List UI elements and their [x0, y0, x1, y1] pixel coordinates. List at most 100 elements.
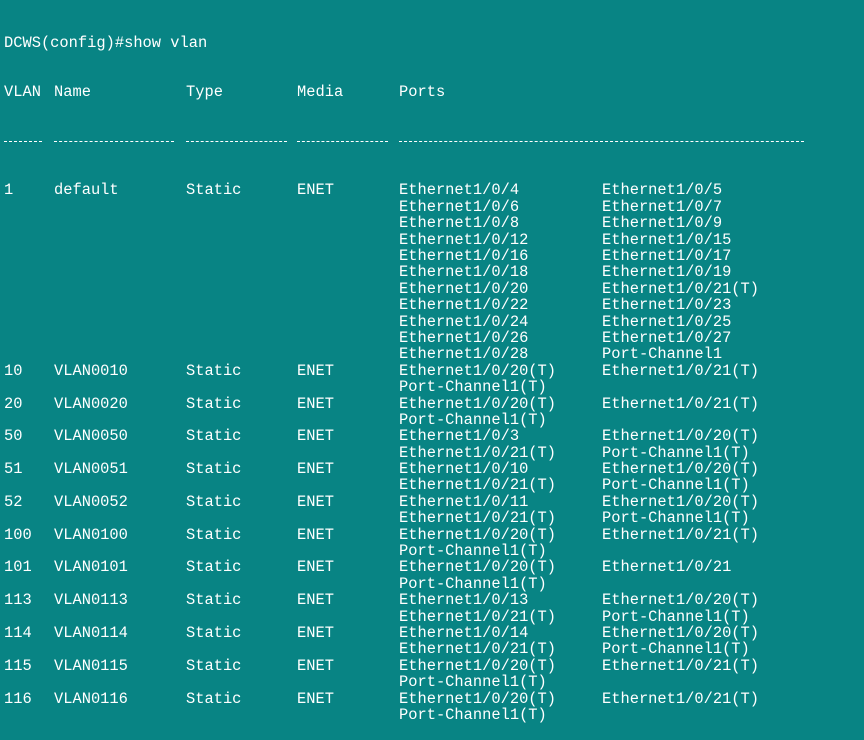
port-cell: Port-Channel1(T)	[602, 443, 750, 462]
vlan-type-cell: Static	[186, 460, 242, 479]
vlan-table-body: 1 default Static ENET Ethernet1/0/4 Ethernet1…	[4, 182, 864, 723]
port-cell: Ethernet1/0/3	[399, 427, 520, 446]
vlan-type-cell: Static	[186, 689, 242, 708]
vlan-type-cell: Static	[186, 361, 242, 380]
port-cell: Ethernet1/0/23	[602, 296, 732, 315]
port-cell: Port-Channel1(T)	[602, 640, 750, 659]
separator-name	[54, 141, 174, 143]
table-row-continuation: Port-Channel1(T)	[4, 673, 864, 692]
table-row-continuation: Port-Channel1(T)	[4, 378, 864, 397]
table-row-continuation: Ethernet1/0/12 Ethernet1/0/15	[4, 231, 864, 248]
table-header: VLAN Name Type Media Ports	[4, 83, 864, 102]
table-row: 100 VLAN0100 Static ENET Ethernet1/0/20(T) Et…	[4, 525, 864, 544]
table-row: 101 VLAN0101 Static ENET Ethernet1/0/20(T) Et…	[4, 558, 864, 577]
port-cell: Ethernet1/0/28	[399, 345, 529, 364]
vlan-type-cell: Static	[186, 492, 242, 511]
table-row-continuation: Port-Channel1(T)	[4, 542, 864, 561]
port-cell: Port-Channel1(T)	[399, 673, 547, 692]
port-cell: Ethernet1/0/20(T)	[399, 656, 557, 675]
separator-vlan	[4, 141, 42, 143]
port-cell: Port-Channel1(T)	[399, 705, 547, 724]
port-cell: Ethernet1/0/5	[602, 181, 723, 200]
port-cell: Port-Channel1(T)	[399, 574, 547, 593]
vlan-name-cell: VLAN0051	[54, 460, 128, 479]
vlan-type-cell: Static	[186, 558, 242, 577]
port-cell: Ethernet1/0/7	[602, 197, 723, 216]
table-row-continuation: Ethernet1/0/20 Ethernet1/0/21(T)	[4, 279, 864, 298]
separator-type	[186, 141, 287, 143]
table-row: 20 VLAN0020 Static ENET Ethernet1/0/20(T) Eth…	[4, 394, 864, 413]
port-cell: Ethernet1/0/17	[602, 246, 732, 265]
vlan-name-cell: VLAN0101	[54, 558, 128, 577]
table-row: 51 VLAN0051 Static ENET Ethernet1/0/10 Ethern…	[4, 460, 864, 479]
vlan-media-cell: ENET	[297, 427, 334, 446]
port-cell: Ethernet1/0/11	[399, 492, 529, 511]
port-cell: Ethernet1/0/9	[602, 214, 723, 233]
table-row: 1 default Static ENET Ethernet1/0/4 Ethernet1…	[4, 181, 864, 200]
vlan-type-cell: Static	[186, 394, 242, 413]
port-cell: Ethernet1/0/21(T)	[602, 361, 760, 380]
vlan-name-cell: VLAN0100	[54, 525, 128, 544]
table-row-continuation: Port-Channel1(T)	[4, 705, 864, 724]
port-cell: Ethernet1/0/22	[399, 296, 529, 315]
port-cell: Port-Channel1(T)	[399, 410, 547, 429]
vlan-media-cell: ENET	[297, 591, 334, 610]
table-row: 10 VLAN0010 Static ENET Ethernet1/0/20(T) Eth…	[4, 361, 864, 380]
port-cell: Port-Channel1(T)	[399, 378, 547, 397]
port-cell: Ethernet1/0/21	[602, 558, 732, 577]
port-cell: Ethernet1/0/21(T)	[602, 689, 760, 708]
vlan-media-cell: ENET	[297, 558, 334, 577]
port-cell: Ethernet1/0/20(T)	[602, 591, 760, 610]
prompt: DCWS(config)#	[4, 33, 125, 52]
vlan-name-cell: VLAN0052	[54, 492, 128, 511]
vlan-media-cell: ENET	[297, 361, 334, 380]
separator-ports	[399, 141, 804, 143]
vlan-media-cell: ENET	[297, 394, 334, 413]
port-cell: Ethernet1/0/21(T)	[602, 525, 760, 544]
vlan-name-cell: VLAN0050	[54, 427, 128, 446]
port-cell: Ethernet1/0/20	[399, 279, 529, 298]
command: show vlan	[124, 33, 208, 52]
port-cell: Ethernet1/0/21(T)	[399, 476, 557, 495]
table-row-continuation: Ethernet1/0/6 Ethernet1/0/7	[4, 197, 864, 216]
table-row-continuation: Ethernet1/0/21(T) Port-Channel1(T)	[4, 640, 864, 659]
terminal-window[interactable]: DCWS(config)#show vlan VLAN Name Type Me…	[0, 0, 864, 723]
port-cell: Ethernet1/0/25	[602, 312, 732, 331]
vlan-type-cell: Static	[186, 591, 242, 610]
vlan-name-cell: VLAN0020	[54, 394, 128, 413]
table-row-continuation: Ethernet1/0/24 Ethernet1/0/25	[4, 312, 864, 331]
table-row-continuation: Ethernet1/0/28 Port-Channel1	[4, 345, 864, 364]
table-row-continuation: Ethernet1/0/16 Ethernet1/0/17	[4, 246, 864, 265]
table-row: 116 VLAN0116 Static ENET Ethernet1/0/20(T) Et…	[4, 689, 864, 708]
vlan-type-cell: Static	[186, 181, 242, 200]
port-cell: Ethernet1/0/20(T)	[602, 427, 760, 446]
table-row: 113 VLAN0113 Static ENET Ethernet1/0/13 Ether…	[4, 591, 864, 610]
port-cell: Ethernet1/0/20(T)	[602, 460, 760, 479]
port-cell: Ethernet1/0/21(T)	[399, 640, 557, 659]
vlan-id-cell: 52	[4, 492, 23, 511]
vlan-type-cell: Static	[186, 623, 242, 642]
vlan-id-cell: 50	[4, 427, 23, 446]
port-cell: Ethernet1/0/21(T)	[399, 509, 557, 528]
header-ports: Ports	[399, 83, 446, 102]
port-cell: Port-Channel1	[602, 345, 723, 364]
vlan-media-cell: ENET	[297, 623, 334, 642]
port-cell: Ethernet1/0/21(T)	[399, 607, 557, 626]
port-cell: Port-Channel1(T)	[399, 542, 547, 561]
vlan-name-cell: VLAN0115	[54, 656, 128, 675]
vlan-id-cell: 115	[4, 656, 32, 675]
vlan-media-cell: ENET	[297, 689, 334, 708]
header-separator	[4, 133, 864, 149]
port-cell: Ethernet1/0/20(T)	[399, 525, 557, 544]
port-cell: Ethernet1/0/20(T)	[399, 558, 557, 577]
vlan-media-cell: ENET	[297, 492, 334, 511]
header-name: Name	[54, 83, 91, 102]
port-cell: Ethernet1/0/13	[399, 591, 529, 610]
table-row: 114 VLAN0114 Static ENET Ethernet1/0/14 Ether…	[4, 623, 864, 642]
vlan-media-cell: ENET	[297, 656, 334, 675]
port-cell: Ethernet1/0/21(T)	[602, 394, 760, 413]
table-row-continuation: Ethernet1/0/21(T) Port-Channel1(T)	[4, 476, 864, 495]
header-vlan: VLAN	[4, 83, 41, 102]
vlan-id-cell: 10	[4, 361, 23, 380]
port-cell: Ethernet1/0/27	[602, 328, 732, 347]
